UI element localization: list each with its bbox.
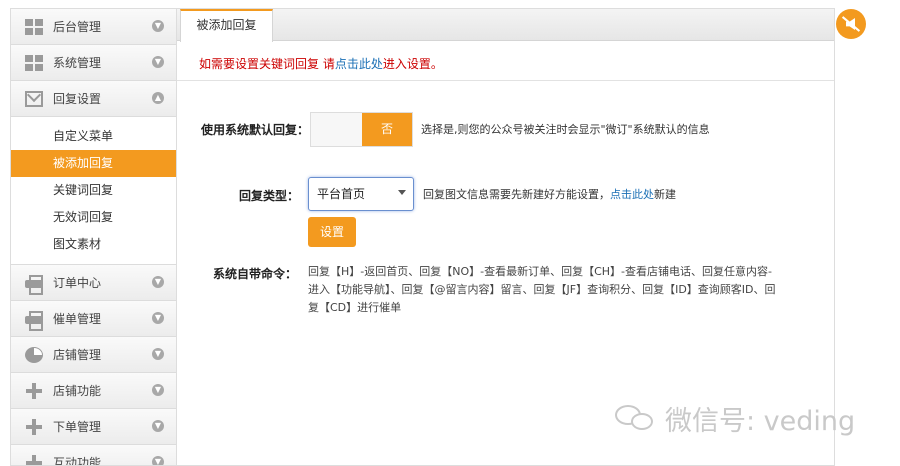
plus-icon bbox=[25, 382, 43, 399]
default-reply-toggle[interactable]: 否 bbox=[310, 112, 413, 147]
reply-type-desc-link[interactable]: 点击此处 bbox=[610, 188, 654, 201]
reply-settings-submenu: 自定义菜单 被添加回复 关键词回复 无效词回复 图文素材 bbox=[11, 117, 176, 265]
sidebar-item-admin[interactable]: 后台管理 ▼ bbox=[11, 9, 176, 45]
sidebar-item-label: 订单中心 bbox=[53, 276, 102, 290]
tab-added-reply[interactable]: 被添加回复 bbox=[180, 9, 273, 42]
reply-type-description: 回复图文信息需要先新建好方能设置，点击此处新建 bbox=[423, 186, 676, 202]
notice-link[interactable]: 点击此处 bbox=[335, 57, 383, 71]
toggle-no-segment[interactable]: 否 bbox=[361, 113, 412, 146]
chevron-down-icon[interactable]: ▼ bbox=[152, 312, 164, 324]
mail-icon bbox=[25, 90, 43, 107]
sidebar-item-label: 下单管理 bbox=[53, 420, 102, 434]
sidebar-item-label: 系统管理 bbox=[53, 56, 102, 70]
chevron-down-icon[interactable]: ▼ bbox=[152, 20, 164, 32]
commands-label: 系统自带命令： bbox=[213, 267, 298, 281]
reply-type-label: 回复类型： bbox=[239, 189, 300, 203]
chevron-down-icon[interactable]: ▼ bbox=[152, 56, 164, 68]
sidebar-item-order-management[interactable]: 下单管理 ▼ bbox=[11, 409, 176, 445]
chevron-down-icon[interactable]: ▼ bbox=[152, 276, 164, 288]
sidebar-item-reminder[interactable]: 催单管理 ▼ bbox=[11, 301, 176, 337]
mute-icon[interactable] bbox=[836, 9, 866, 39]
pie-icon bbox=[25, 346, 43, 363]
submenu-item-added-reply[interactable]: 被添加回复 bbox=[11, 150, 176, 177]
sidebar-item-interactive[interactable]: 互动功能 ▼ bbox=[11, 445, 176, 466]
chevron-down-icon[interactable]: ▼ bbox=[152, 384, 164, 396]
submenu-item-news-materials[interactable]: 图文素材 bbox=[11, 231, 176, 258]
reply-type-selected: 平台首页 bbox=[317, 187, 366, 201]
submenu-item-custom-menu[interactable]: 自定义菜单 bbox=[11, 123, 176, 150]
chevron-down-icon[interactable]: ▼ bbox=[152, 456, 164, 465]
chevron-down-icon[interactable]: ▼ bbox=[152, 348, 164, 360]
plus-icon bbox=[25, 454, 43, 465]
sidebar-item-label: 后台管理 bbox=[53, 20, 102, 34]
notice-suffix: 进入设置。 bbox=[382, 57, 443, 71]
printer-icon bbox=[25, 274, 43, 295]
default-reply-description: 选择是,则您的公众号被关注时会显示"微订"系统默认的信息 bbox=[421, 123, 710, 136]
sidebar-item-label: 互动功能 bbox=[53, 456, 102, 466]
chevron-down-icon[interactable]: ▼ bbox=[152, 420, 164, 432]
notice-prefix: 如需要设置关键词回复 请 bbox=[199, 57, 335, 71]
sidebar-item-order-center[interactable]: 订单中心 ▼ bbox=[11, 265, 176, 301]
set-button[interactable]: 设置 bbox=[308, 217, 356, 247]
wechat-logo-icon bbox=[615, 401, 659, 435]
sidebar: 后台管理 ▼ 系统管理 ▼ 回复设置 ▲ 自定义菜单 被添加回复 关键词回复 无… bbox=[10, 8, 177, 466]
sidebar-item-label: 店铺管理 bbox=[53, 348, 102, 362]
submenu-item-invalid-word-reply[interactable]: 无效词回复 bbox=[11, 204, 176, 231]
tab-bar: 被添加回复 bbox=[177, 9, 834, 42]
chevron-down-icon bbox=[398, 190, 406, 195]
reply-type-desc-suffix: 新建 bbox=[654, 188, 676, 201]
keyword-reply-notice: 如需要设置关键词回复 请点击此处进入设置。 bbox=[199, 55, 443, 72]
sidebar-item-label: 店铺功能 bbox=[53, 384, 102, 398]
watermark: 微信号: veding bbox=[615, 398, 855, 438]
submenu-item-keyword-reply[interactable]: 关键词回复 bbox=[11, 177, 176, 204]
commands-text: 回复【H】-返回首页、回复【NO】-查看最新订单、回复【CH】-查看店铺电话、回… bbox=[308, 265, 776, 314]
divider bbox=[177, 80, 834, 81]
grid-icon bbox=[25, 54, 43, 71]
sidebar-item-label: 催单管理 bbox=[53, 312, 102, 326]
reply-type-select[interactable]: 平台首页 bbox=[308, 177, 414, 211]
sidebar-item-reply-settings[interactable]: 回复设置 ▲ bbox=[11, 81, 176, 117]
watermark-text: 微信号: veding bbox=[665, 405, 856, 437]
toggle-yes-segment[interactable] bbox=[311, 113, 362, 146]
sidebar-item-store-management[interactable]: 店铺管理 ▼ bbox=[11, 337, 176, 373]
sidebar-item-store-functions[interactable]: 店铺功能 ▼ bbox=[11, 373, 176, 409]
chevron-up-icon[interactable]: ▲ bbox=[152, 92, 164, 104]
sidebar-item-system[interactable]: 系统管理 ▼ bbox=[11, 45, 176, 81]
plus-icon bbox=[25, 418, 43, 435]
grid-icon bbox=[25, 18, 43, 35]
sidebar-item-label: 回复设置 bbox=[53, 92, 102, 106]
default-reply-label: 使用系统默认回复： bbox=[201, 123, 310, 137]
printer-icon bbox=[25, 310, 43, 331]
reply-type-desc-prefix: 回复图文信息需要先新建好方能设置， bbox=[423, 188, 610, 201]
